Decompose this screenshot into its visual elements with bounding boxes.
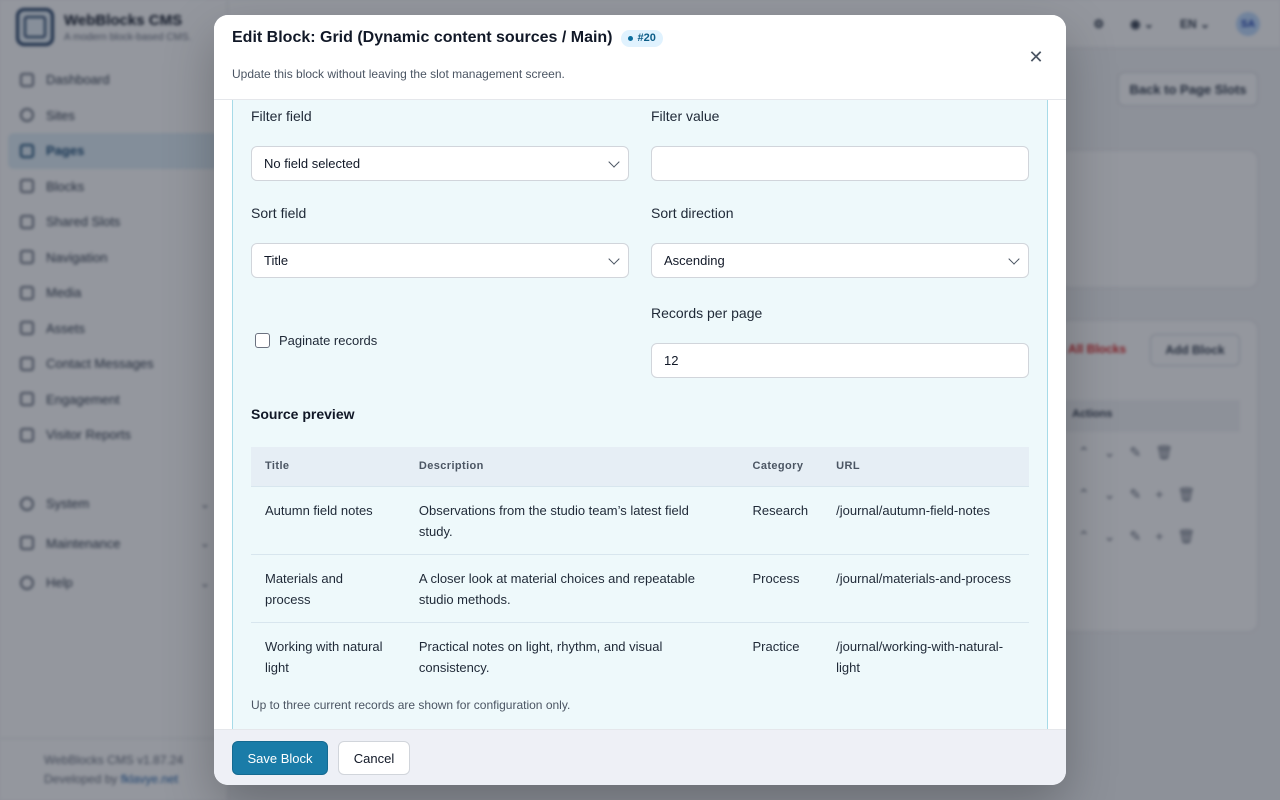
modal-header: Edit Block: Grid (Dynamic content source… xyxy=(214,15,1066,100)
source-settings-panel: Filter field No field selected Filter va… xyxy=(232,100,1048,729)
modal-footer: Save Block Cancel xyxy=(214,729,1066,785)
chevron-down-icon xyxy=(608,156,620,168)
cell-url: /journal/materials-and-process xyxy=(822,554,1029,623)
filter-field-label: Filter field xyxy=(251,108,312,124)
cancel-button[interactable]: Cancel xyxy=(338,741,410,775)
cell-url: /journal/autumn-field-notes xyxy=(822,486,1029,555)
modal-subtitle: Update this block without leaving the sl… xyxy=(232,67,565,81)
modal-body[interactable]: Filter field No field selected Filter va… xyxy=(214,100,1066,729)
modal-title: Edit Block: Grid (Dynamic content source… xyxy=(232,29,613,46)
table-header-row: Title Description Category URL xyxy=(251,447,1029,487)
cell-title: Working with natural light xyxy=(265,638,383,675)
source-preview-title: Source preview xyxy=(251,406,355,422)
cell-category: Process xyxy=(738,554,823,623)
cell-url: /journal/working-with-natural-light xyxy=(836,638,1004,675)
chevron-down-icon xyxy=(608,253,620,265)
cell-category: Practice xyxy=(752,638,800,654)
sort-direction-select[interactable]: Ascending xyxy=(651,243,1029,278)
block-id-badge: #20 xyxy=(620,29,663,47)
cell-description: Practical notes on light, rhythm, and vi… xyxy=(418,638,663,675)
cell-title: Materials and process xyxy=(251,554,405,623)
edit-block-modal: Edit Block: Grid (Dynamic content source… xyxy=(214,15,1066,785)
chevron-down-icon xyxy=(1008,253,1020,265)
sort-field-label: Sort field xyxy=(251,205,307,221)
table-row: Working with natural light Practical not… xyxy=(251,622,1029,690)
column-header-url: URL xyxy=(822,447,1029,487)
filter-value-input[interactable] xyxy=(651,146,1029,181)
preview-note: Up to three current records are shown fo… xyxy=(251,698,571,712)
sort-direction-label: Sort direction xyxy=(651,205,734,221)
cell-description: A closer look at material choices and re… xyxy=(404,554,739,623)
paginate-records-label[interactable]: Paginate records xyxy=(279,333,377,348)
records-per-page-input[interactable]: 12 xyxy=(651,343,1029,378)
paginate-records-checkbox[interactable] xyxy=(255,333,270,348)
column-header-category: Category xyxy=(738,447,823,487)
close-icon[interactable]: ✕ xyxy=(1028,48,1044,66)
column-header-title: Title xyxy=(251,447,405,487)
column-header-description: Description xyxy=(404,447,739,487)
cell-description: Observations from the studio team’s late… xyxy=(404,486,739,555)
sort-field-select[interactable]: Title xyxy=(251,243,629,278)
table-row: Autumn field notes Observations from the… xyxy=(251,486,1029,555)
records-per-page-label: Records per page xyxy=(651,305,763,321)
cell-category: Research xyxy=(738,486,823,555)
filter-field-select[interactable]: No field selected xyxy=(251,146,629,181)
filter-value-label: Filter value xyxy=(651,108,720,124)
save-block-button[interactable]: Save Block xyxy=(232,741,328,775)
status-dot-icon xyxy=(627,35,633,41)
source-preview-table: Title Description Category URL Autumn fi… xyxy=(251,447,1029,690)
cell-title: Autumn field notes xyxy=(251,486,405,555)
table-row: Materials and process A closer look at m… xyxy=(251,554,1029,623)
